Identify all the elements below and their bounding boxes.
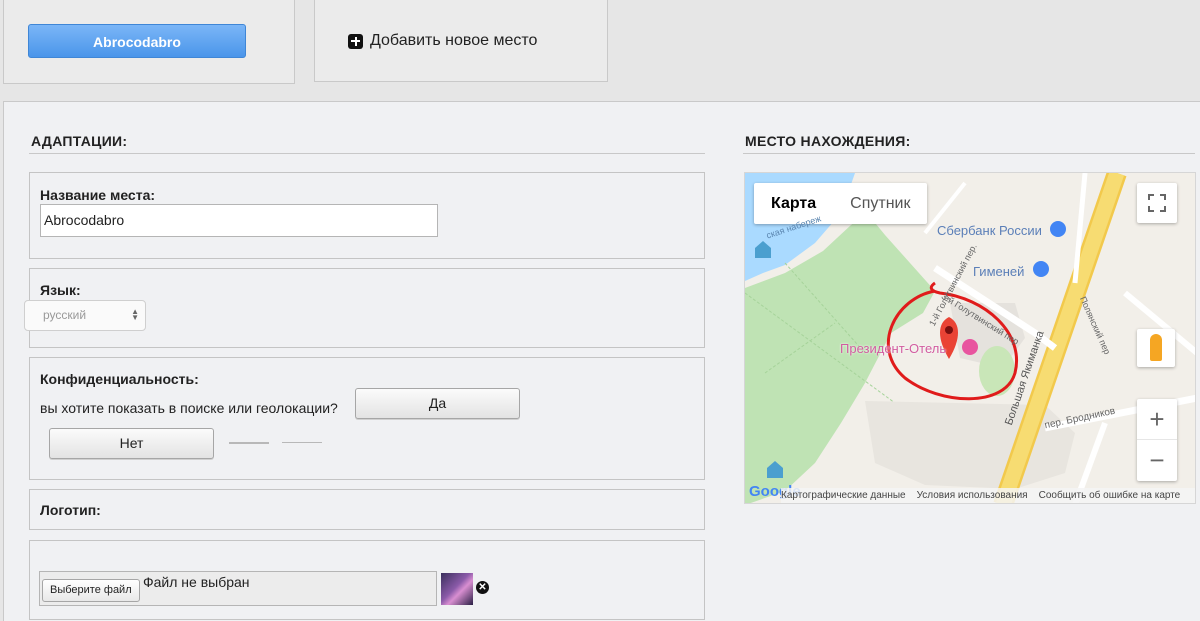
toggle-track-right: [282, 442, 322, 443]
map-label-sberbank: Сбербанк России: [937, 223, 1042, 238]
zoom-in-button[interactable]: +: [1137, 399, 1177, 439]
zoom-controls: + −: [1137, 399, 1177, 481]
map-type-tabs: Карта Спутник: [754, 183, 928, 224]
bank-poi-icon: [1050, 221, 1066, 237]
add-new-place-button[interactable]: Добавить новое место: [348, 32, 537, 50]
location-map[interactable]: Карта Спутник + − Сбербанк России Гимене…: [744, 172, 1196, 504]
store-poi-icon: [1033, 261, 1049, 277]
privacy-yes-button[interactable]: Да: [355, 388, 520, 419]
zoom-out-button[interactable]: −: [1137, 439, 1177, 480]
toggle-track-left: [229, 442, 269, 444]
tab-satellite[interactable]: Спутник: [833, 183, 927, 224]
terms-of-use-link[interactable]: Условия использования: [917, 488, 1028, 503]
map-label-hotel: Президент-Отель: [840, 341, 947, 356]
language-label: Язык:: [40, 282, 81, 298]
street-view-pegman[interactable]: [1137, 329, 1175, 367]
privacy-label: Конфиденциальность:: [40, 371, 199, 387]
adaptations-title: АДАПТАЦИИ:: [31, 133, 128, 149]
add-new-place-label: Добавить новое место: [370, 32, 538, 49]
select-arrows-icon: ▲ ▼: [131, 307, 139, 322]
tab-map[interactable]: Карта: [754, 183, 833, 224]
courtyard-green: [979, 346, 1015, 396]
language-select[interactable]: русский ▲ ▼: [24, 300, 146, 331]
logo-label: Логотип:: [40, 502, 101, 518]
location-title: МЕСТО НАХОЖДЕНИЯ:: [745, 133, 911, 149]
report-error-link[interactable]: Сообщить об ошибке на карте: [1039, 488, 1181, 503]
choose-file-button[interactable]: Выберите файл: [42, 579, 140, 602]
privacy-question: вы хотите показать в поиске или геолокац…: [40, 400, 338, 416]
place-name-panel: Название места: Abrocodabro: [29, 172, 705, 259]
venue-button[interactable]: Abrocodabro: [28, 24, 246, 58]
remove-logo-icon[interactable]: ✕: [476, 581, 489, 594]
logo-thumbnail[interactable]: [441, 573, 473, 605]
fullscreen-button[interactable]: [1137, 183, 1177, 223]
language-select-value: русский: [43, 308, 87, 322]
logo-panel: Логотип:: [29, 489, 705, 530]
place-name-label: Название места:: [40, 187, 156, 203]
location-divider: [743, 153, 1195, 154]
map-label-gimenei: Гименей: [973, 264, 1025, 279]
map-data-link[interactable]: Картографические данные: [781, 488, 906, 503]
pegman-icon: [1150, 334, 1162, 361]
plus-square-icon: [348, 33, 363, 49]
file-status-text: Файл не выбран: [143, 574, 250, 590]
map-attribution-bar: Картографические данные Условия использо…: [781, 488, 1195, 503]
privacy-no-button[interactable]: Нет: [49, 428, 214, 459]
adaptations-divider: [29, 153, 705, 154]
hotel-poi-icon: [962, 339, 978, 355]
place-name-input[interactable]: Abrocodabro: [40, 204, 438, 237]
